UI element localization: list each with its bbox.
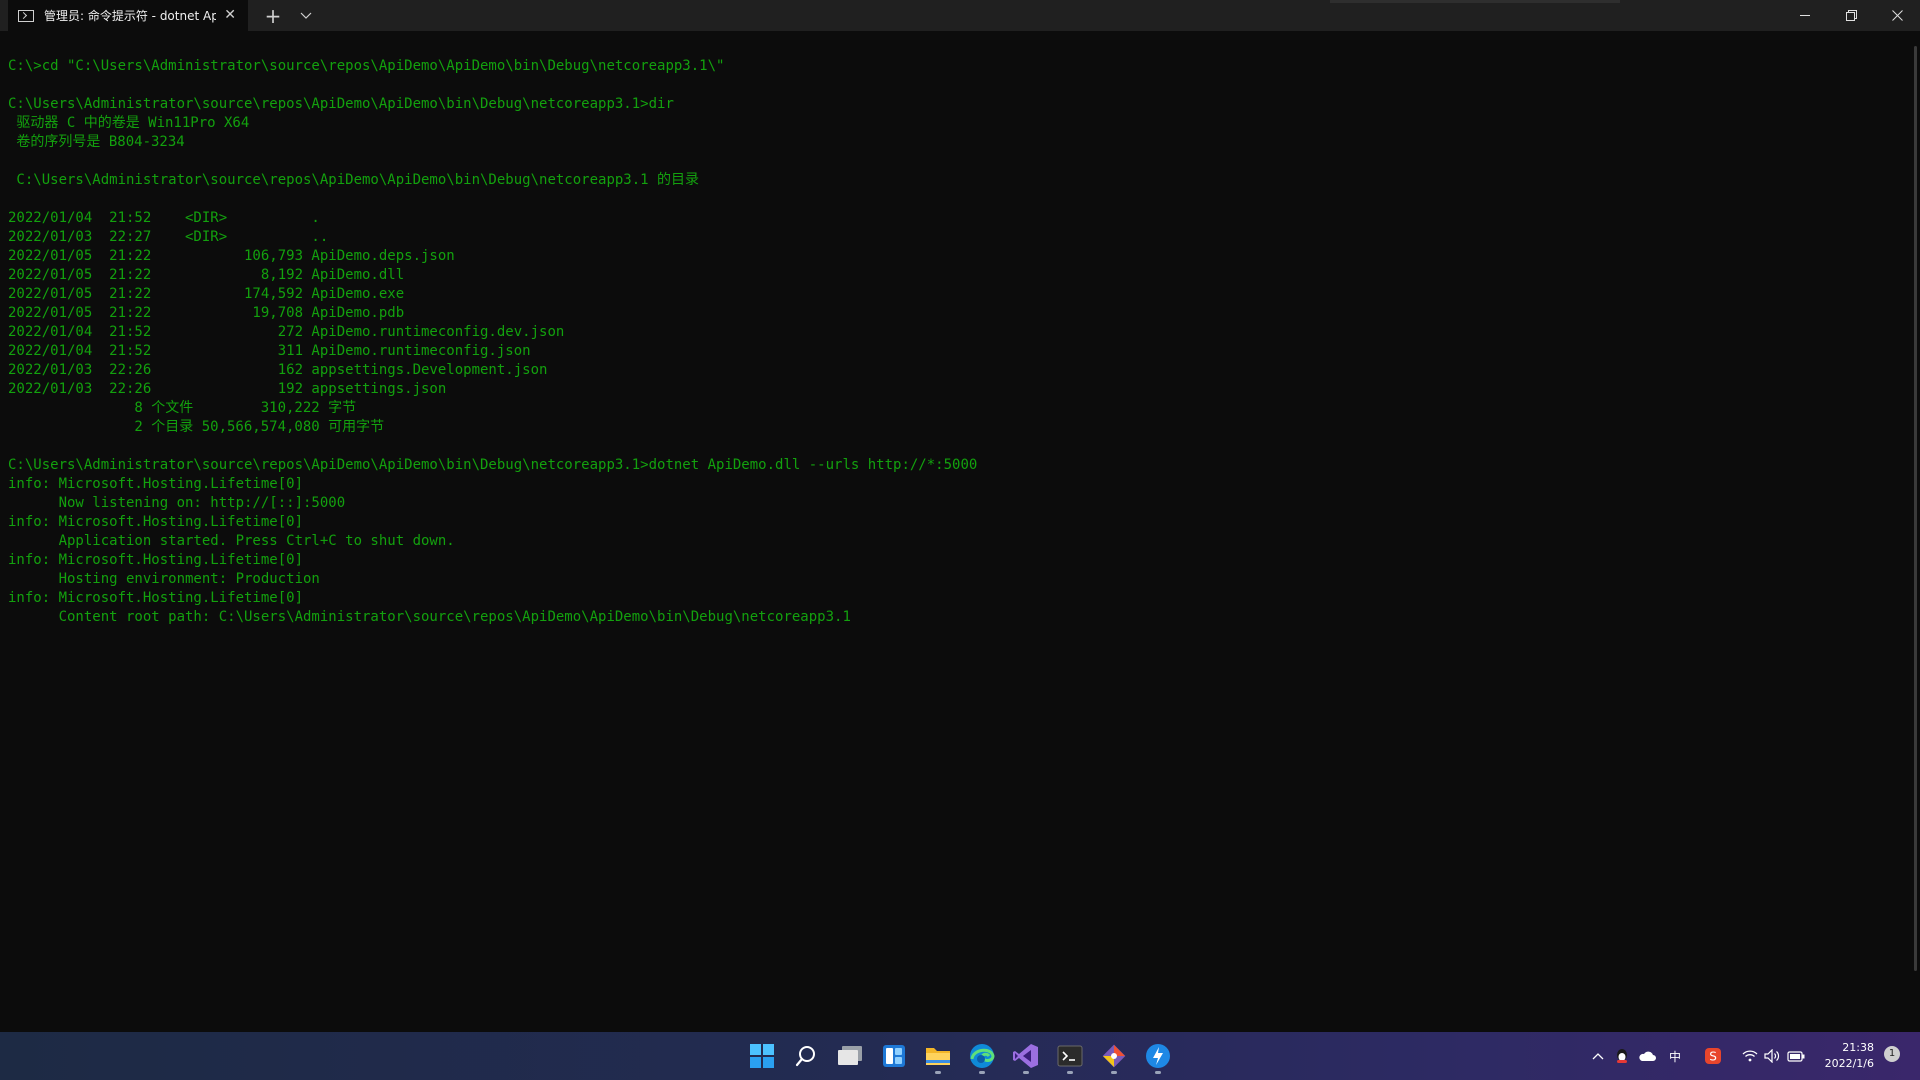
file-explorer-button[interactable] <box>918 1036 958 1076</box>
running-indicator <box>1023 1071 1029 1074</box>
battery-button[interactable] <box>1786 1044 1806 1068</box>
sogou-icon: S <box>1705 1048 1721 1064</box>
volume-button[interactable] <box>1762 1044 1782 1068</box>
terminal-line: 驱动器 C 中的卷是 Win11Pro X64 <box>8 115 250 131</box>
wifi-button[interactable] <box>1740 1044 1760 1068</box>
terminal-line: 2022/01/03 22:27 <DIR> .. <box>8 229 329 245</box>
running-indicator <box>979 1071 985 1074</box>
show-hidden-icons-button[interactable] <box>1590 1044 1606 1068</box>
terminal-line: info: Microsoft.Hosting.Lifetime[0] <box>8 590 304 606</box>
terminal-line: 2022/01/03 22:26 192 appsettings.json <box>8 381 447 397</box>
visual-studio-icon <box>1013 1044 1038 1068</box>
running-indicator <box>1111 1071 1117 1074</box>
terminal-line: 卷的序列号是 B804-3234 <box>8 134 185 150</box>
clock-date: 2022/1/6 <box>1824 1057 1874 1070</box>
speaker-icon <box>1764 1049 1780 1063</box>
running-indicator <box>1155 1071 1161 1074</box>
search-icon <box>795 1046 815 1067</box>
battery-charging-icon <box>1787 1051 1805 1062</box>
start-button[interactable] <box>742 1036 782 1076</box>
task-view-icon <box>838 1046 862 1065</box>
cloud-icon <box>1639 1051 1656 1061</box>
onedrive-tray-button[interactable] <box>1636 1044 1658 1068</box>
terminal-line: C:\Users\Administrator\source\repos\ApiD… <box>8 172 700 188</box>
title-bar: 管理员: 命令提示符 - dotnet ApiDemo.dll --urls h… <box>0 0 1920 31</box>
edge-button[interactable] <box>962 1036 1002 1076</box>
sogou-ime-button[interactable]: S <box>1702 1044 1724 1068</box>
tab-dropdown-button[interactable] <box>292 0 320 31</box>
terminal-line: Now listening on: http://[::]:5000 <box>8 495 346 511</box>
ime-indicator[interactable]: 中 <box>1664 1044 1686 1068</box>
terminal-line: 2022/01/04 21:52 <DIR> . <box>8 210 320 226</box>
widgets-icon <box>883 1045 905 1067</box>
close-window-button[interactable] <box>1874 0 1920 31</box>
minimize-icon <box>1799 15 1810 16</box>
blue-app-icon <box>1146 1044 1170 1068</box>
terminal-line: 8 个文件 310,222 字节 <box>8 400 357 416</box>
windows-logo-icon <box>750 1044 774 1068</box>
clock[interactable]: 21:38 2022/1/6 <box>1812 1040 1874 1072</box>
terminal-line: 2022/01/04 21:52 311 ApiDemo.runtimeconf… <box>8 343 531 359</box>
running-indicator <box>1067 1071 1073 1074</box>
notification-badge[interactable]: 1 <box>1884 1046 1900 1062</box>
clock-time: 21:38 <box>1842 1041 1874 1054</box>
terminal-line: 2022/01/03 22:26 162 appsettings.Develop… <box>8 362 548 378</box>
search-button[interactable] <box>786 1036 826 1076</box>
terminal-line: info: Microsoft.Hosting.Lifetime[0] <box>8 514 304 530</box>
terminal-line: 2022/01/05 21:22 106,793 ApiDemo.deps.js… <box>8 248 455 264</box>
terminal-icon <box>1057 1045 1083 1067</box>
terminal-line: info: Microsoft.Hosting.Lifetime[0] <box>8 552 304 568</box>
chevron-up-icon <box>1592 1053 1604 1060</box>
scrollbar[interactable] <box>1914 46 1917 971</box>
restore-icon <box>1845 10 1857 21</box>
terminal-line: Hosting environment: Production <box>8 571 320 587</box>
terminal-line: 2 个目录 50,566,574,080 可用字节 <box>8 419 385 435</box>
task-view-button[interactable] <box>830 1036 870 1076</box>
terminal-line: Content root path: C:\Users\Administrato… <box>8 609 851 625</box>
qq-tray-button[interactable] <box>1612 1044 1632 1068</box>
terminal-button[interactable] <box>1050 1036 1090 1076</box>
tab-title: 管理员: 命令提示符 - dotnet ApiDemo.dll --urls h… <box>44 9 216 23</box>
taskbar: 中 S 21:38 2022/1/6 1 <box>0 1032 1920 1080</box>
terminal-line: 2022/01/04 21:52 272 ApiDemo.runtimeconf… <box>8 324 565 340</box>
terminal-line: 2022/01/05 21:22 174,592 ApiDemo.exe <box>8 286 405 302</box>
command-prompt-icon <box>18 9 34 22</box>
git-icon <box>1102 1044 1126 1068</box>
terminal-line: info: Microsoft.Hosting.Lifetime[0] <box>8 476 304 492</box>
terminal-line: 2022/01/05 21:22 8,192 ApiDemo.dll <box>8 267 405 283</box>
folder-icon <box>926 1048 950 1065</box>
terminal-line: C:\Users\Administrator\source\repos\ApiD… <box>8 457 978 473</box>
restore-button[interactable] <box>1828 0 1874 31</box>
edge-icon <box>970 1044 995 1068</box>
minimize-button[interactable] <box>1782 0 1828 31</box>
widgets-button[interactable] <box>874 1036 914 1076</box>
chevron-down-icon <box>300 12 312 19</box>
terminal-tab[interactable]: 管理员: 命令提示符 - dotnet ApiDemo.dll --urls h… <box>8 0 248 31</box>
terminal-output[interactable]: C:\>cd "C:\Users\Administrator\source\re… <box>8 57 1908 1027</box>
terminal-line: 2022/01/05 21:22 19,708 ApiDemo.pdb <box>8 305 405 321</box>
running-indicator <box>935 1071 941 1074</box>
qq-penguin-icon <box>1617 1049 1627 1063</box>
wifi-icon <box>1742 1050 1758 1062</box>
tab-close-button[interactable]: ✕ <box>224 6 236 24</box>
close-icon <box>1891 10 1903 21</box>
visual-studio-button[interactable] <box>1006 1036 1046 1076</box>
terminal-line: C:\Users\Administrator\source\repos\ApiD… <box>8 96 674 112</box>
pinned-app-button[interactable] <box>1138 1036 1178 1076</box>
terminal-line: Application started. Press Ctrl+C to shu… <box>8 533 455 549</box>
terminal-line: C:\>cd "C:\Users\Administrator\source\re… <box>8 58 725 74</box>
new-tab-button[interactable]: + <box>258 0 288 31</box>
git-button[interactable] <box>1094 1036 1134 1076</box>
title-bar-highlight <box>1330 0 1620 3</box>
svg-text:S: S <box>1709 1050 1717 1064</box>
